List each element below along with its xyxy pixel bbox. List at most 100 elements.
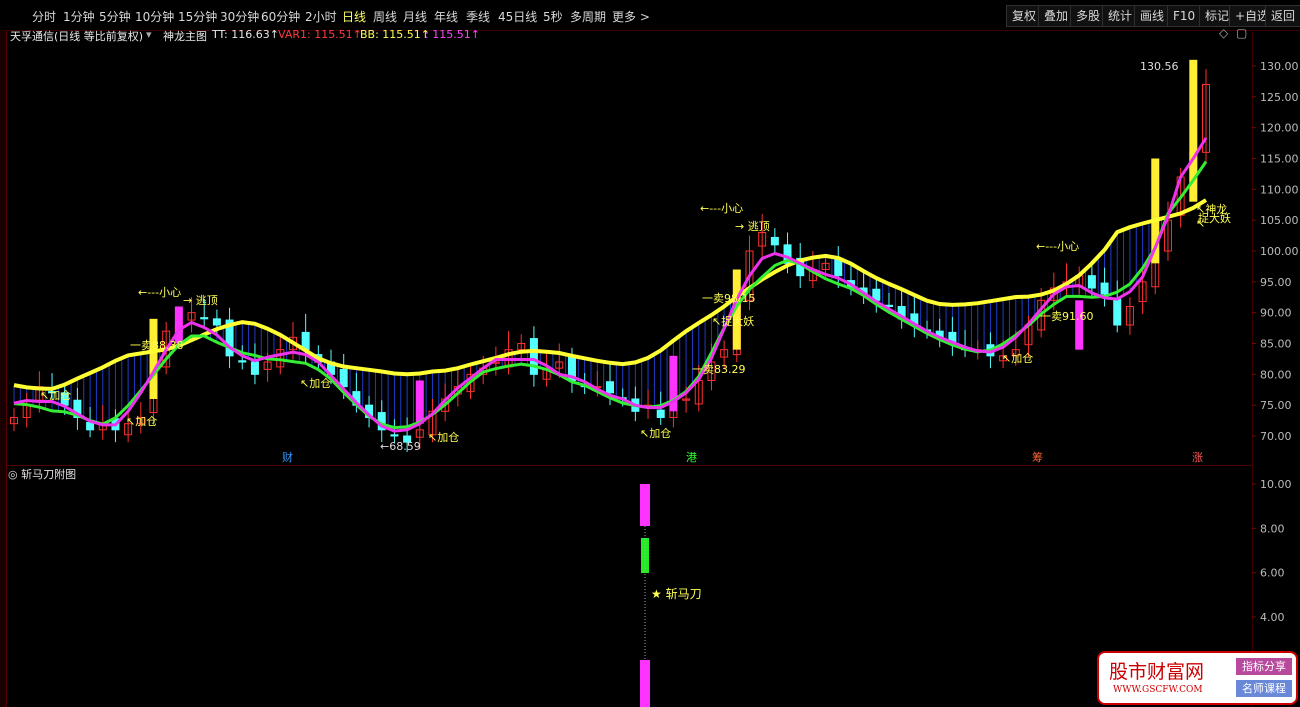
jiacang-label-3: ↖加仓 — [428, 430, 459, 444]
candle-body — [339, 368, 348, 388]
sell-label-83: 一卖83.29 — [692, 363, 746, 376]
zhang-label: 涨 — [1192, 451, 1203, 464]
shenlong-label: ↖神龙 — [1196, 202, 1227, 216]
period-tab-9[interactable]: 周线 — [373, 8, 397, 25]
period-tab-14[interactable]: 5秒 — [543, 8, 563, 25]
axis-label-10: 80.00 — [1260, 368, 1292, 381]
jiacang-label-4: ↖加仓 — [640, 426, 671, 440]
sub-axis-label-1: 8.00 — [1260, 522, 1285, 535]
axis-labels: 130.00 125.00 120.00 115.00 110.00 105.00 100.… — [1252, 60, 1299, 624]
arrow-label: ↖ — [1196, 217, 1205, 230]
axis-label-3: 115.00 — [1260, 153, 1299, 166]
zhuoyao-label-0: ↖捉大妖 — [712, 314, 754, 328]
signal-bar — [1075, 300, 1084, 350]
axis-label-7: 95.00 — [1260, 276, 1292, 289]
watermark-title: 股市财富网 — [1109, 661, 1205, 683]
tt-value: TT: 116.63↑ — [212, 28, 279, 41]
sub-bar-top — [640, 484, 650, 526]
candle-body — [529, 338, 538, 375]
period-tab-5[interactable]: 30分钟 — [220, 8, 259, 25]
sell-label-88: 一卖88.38 — [130, 339, 184, 352]
period-tab-1[interactable]: 1分钟 — [63, 8, 95, 25]
period-tab-2[interactable]: 5分钟 — [99, 8, 131, 25]
axis-label-0: 130.00 — [1260, 60, 1299, 73]
period-tab-6[interactable]: 60分钟 — [261, 8, 300, 25]
gang-label: 港 — [686, 451, 697, 464]
candle-body — [1113, 298, 1122, 326]
jiacang-label-1: ↖加仓 — [126, 414, 157, 428]
axis-label-4: 110.00 — [1260, 183, 1299, 196]
candle-body — [212, 318, 221, 326]
chevron-down-icon[interactable]: ▾ — [146, 28, 152, 41]
period-tab-8[interactable]: 日线 — [342, 8, 366, 25]
low-price-label: ←68.59 — [380, 440, 421, 453]
axis-label-8: 90.00 — [1260, 307, 1292, 320]
sub-axis-label-3: 4.00 — [1260, 611, 1285, 624]
last-value: : 115.51↑ — [425, 28, 480, 41]
toolbar-button-2[interactable]: 多股 — [1070, 5, 1107, 27]
diamond-icon[interactable]: ◇ — [1219, 26, 1228, 40]
period-tab-0[interactable]: 分时 — [32, 8, 56, 25]
period-tab-4[interactable]: 15分钟 — [178, 8, 217, 25]
period-tab-15[interactable]: 多周期 — [570, 8, 606, 25]
period-tab-7[interactable]: 2小时 — [305, 8, 337, 25]
signal-bar — [174, 306, 183, 344]
candle-body — [200, 317, 209, 320]
toolbar-button-1[interactable]: 叠加 — [1038, 5, 1075, 27]
sell-label-98: 一卖98.15 — [702, 292, 756, 305]
main-price-chart[interactable]: ↖加仓↖加仓↖加仓↖加仓 ↖加仓↖加仓→ 逃顶→ 逃顶←---小心←---小心←-… — [6, 42, 1252, 466]
watermark-tag-2: 名师课程 — [1236, 680, 1292, 697]
axis-label-12: 70.00 — [1260, 430, 1292, 443]
period-tab-13[interactable]: 45日线 — [498, 8, 537, 25]
axis-label-2: 120.00 — [1260, 122, 1299, 135]
toolbar-button-4[interactable]: 画线 — [1134, 5, 1171, 27]
jiacang-label-0: ↖加仓 — [40, 388, 71, 402]
toolbar-button-8[interactable]: 返回 — [1265, 5, 1300, 27]
xiaoxin-label-1: ←---小心 — [700, 202, 743, 215]
chou-label: 筹 — [1032, 450, 1043, 464]
jiacang-label-2: ↖加仓 — [300, 376, 331, 390]
axis-label-5: 105.00 — [1260, 214, 1299, 227]
sell-label-91: 一卖91.60 — [1040, 310, 1094, 323]
taoding-label-0: → 逃顶 — [183, 294, 218, 307]
sub-axis-label-2: 6.00 — [1260, 567, 1285, 580]
sub-bar-bottom — [640, 660, 650, 707]
toolbar-button-5[interactable]: F10 — [1167, 5, 1202, 27]
period-tab-12[interactable]: 季线 — [466, 8, 490, 25]
candle-body — [1100, 282, 1109, 295]
panel-divider — [6, 465, 1252, 466]
sub-indicator-chart[interactable]: ★ 斩马刀 — [6, 470, 1252, 707]
toolbar-button-3[interactable]: 统计 — [1102, 5, 1139, 27]
toolbar-button-0[interactable]: 复权 — [1006, 5, 1043, 27]
axis-label-9: 85.00 — [1260, 338, 1292, 351]
candle-body — [238, 360, 247, 363]
sub-bar-mid — [641, 538, 649, 573]
signal-bar — [149, 318, 158, 399]
signal-bar — [415, 380, 424, 424]
period-toolbar: 分时 1分钟 5分钟 10分钟 15分钟 30分钟 60分钟 2小时 日线 周线 月线 年线 季线 45日… — [0, 0, 1300, 31]
period-tab-3[interactable]: 10分钟 — [135, 8, 174, 25]
period-tab-16[interactable]: 更多 > — [612, 8, 650, 25]
period-tab-10[interactable]: 月线 — [403, 8, 427, 25]
watermark: 股市财富网 WWW.GSCFW.COM 指标分享 名师课程 — [1097, 651, 1298, 705]
period-tab-11[interactable]: 年线 — [434, 8, 458, 25]
candle-body — [1087, 275, 1096, 289]
xiaoxin-label-2: ←---小心 — [1036, 240, 1079, 253]
high-price-label: 130.56 — [1140, 60, 1179, 73]
watermark-url: WWW.GSCFW.COM — [1113, 685, 1203, 695]
var1-value: VAR1: 115.51↑ — [278, 28, 362, 41]
candle-body — [390, 434, 399, 437]
watermark-tag-1: 指标分享 — [1236, 658, 1292, 675]
window-toggle-icon[interactable]: ▢ — [1236, 26, 1247, 40]
candle-body — [250, 361, 259, 375]
sub-axis-label-0: 10.00 — [1260, 478, 1292, 491]
jiacang-label-5: ↖加仓 — [1002, 351, 1033, 365]
candle-body — [770, 236, 779, 246]
zhanmadao-signal: ★ 斩马刀 — [651, 587, 702, 601]
xiaoxin-label-0: ←---小心 — [138, 286, 181, 299]
candle-body — [86, 421, 95, 431]
axis-label-11: 75.00 — [1260, 399, 1292, 412]
axis-label-1: 125.00 — [1260, 91, 1299, 104]
candle-body — [606, 381, 614, 394]
bb-value: BB: 115.51↑ — [360, 28, 431, 41]
